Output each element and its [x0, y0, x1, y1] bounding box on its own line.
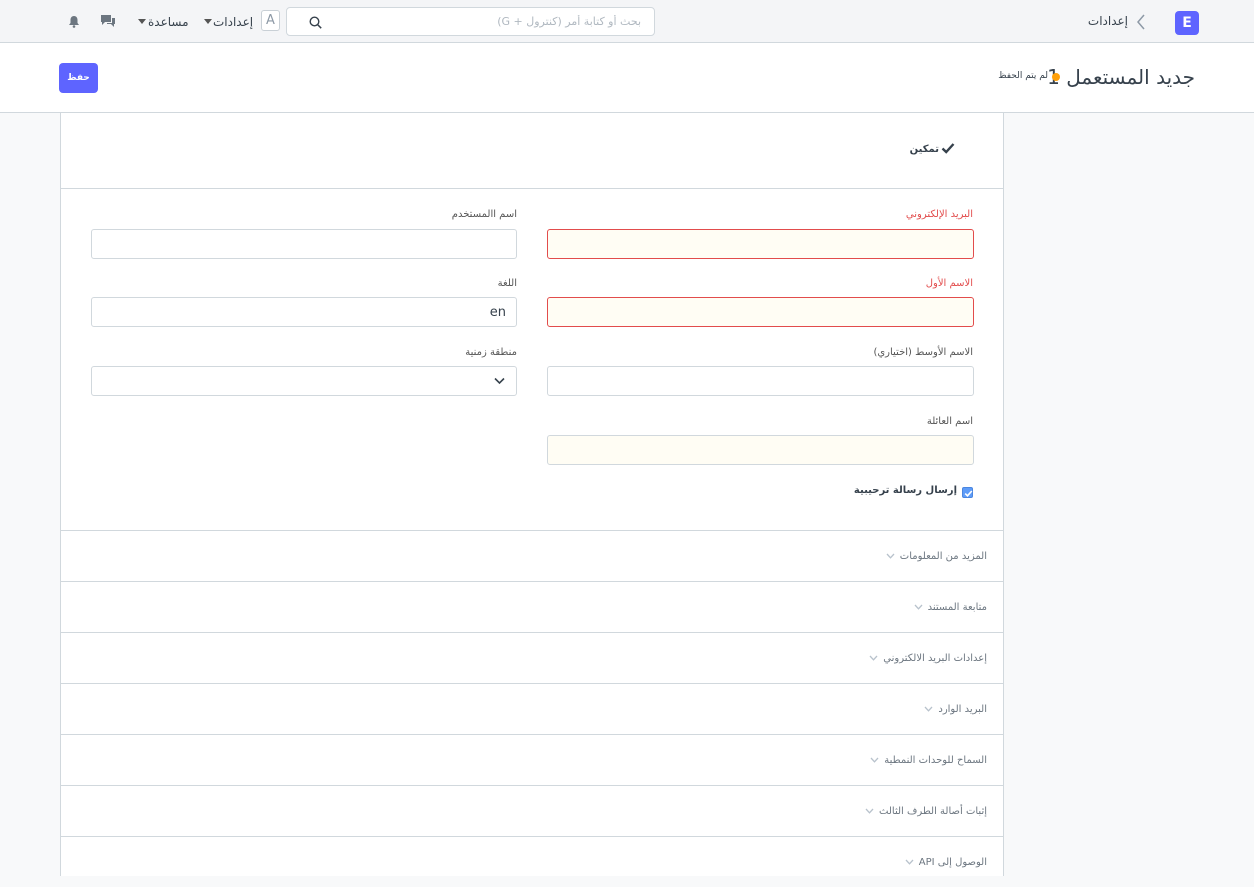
chevron-down-icon: [494, 377, 505, 385]
section-allow-modules[interactable]: السماح للوحدات النمطية: [61, 734, 1003, 785]
last-name-label: اسم العائلة: [926, 416, 973, 427]
email-field[interactable]: [547, 229, 974, 259]
enabled-section: تمكين: [61, 113, 1003, 189]
last-name-field[interactable]: [547, 435, 974, 465]
section-title: إثبات أصالة الطرف الثالث: [879, 806, 987, 817]
search-input[interactable]: [317, 8, 647, 35]
chat-icon[interactable]: [100, 14, 116, 28]
section-title: إعدادات البريد الالكتروني: [883, 653, 987, 664]
chevron-down-icon: [886, 553, 895, 559]
first-name-field[interactable]: [547, 297, 974, 327]
chevron-down-icon: [870, 757, 879, 763]
section-title: الوصول إلى API: [918, 857, 987, 868]
section-third-party-auth[interactable]: إثبات أصالة الطرف الثالث: [61, 785, 1003, 836]
section-api-access[interactable]: الوصول إلى API: [61, 836, 1003, 887]
help-menu[interactable]: مساعدة: [148, 15, 189, 29]
chevron-down-icon: [914, 604, 923, 610]
send-welcome-label[interactable]: إرسال رسالة ترحيبية: [841, 485, 957, 496]
unsaved-indicator-dot: [1052, 73, 1060, 81]
enabled-label: تمكين: [909, 144, 939, 155]
section-title: السماح للوحدات النمطية: [884, 755, 987, 766]
first-name-label: الاسم الأول: [925, 278, 973, 289]
page-title: جديد المستعمل 1: [1047, 65, 1195, 89]
navbar: E إعدادات A إعدادات مساعدة: [0, 0, 1254, 43]
chevron-down-icon: [869, 655, 878, 661]
section-title: متابعة المستند: [927, 602, 987, 613]
email-label: البريد الإلكتروني: [905, 209, 973, 220]
username-field[interactable]: [91, 229, 517, 259]
middle-name-field[interactable]: [547, 366, 974, 396]
settings-caret-icon: [204, 19, 212, 24]
section-document-follow[interactable]: متابعة المستند: [61, 581, 1003, 632]
section-more-info[interactable]: المزيد من المعلومات: [61, 530, 1003, 581]
help-caret-icon: [138, 19, 146, 24]
middle-name-label: الاسم الأوسط (اختياري): [873, 347, 973, 358]
unsaved-indicator: لم يتم الحفظ: [998, 71, 1048, 81]
language-label: اللغة: [497, 278, 517, 289]
timezone-label: منطقة زمنية: [465, 347, 517, 358]
language-field[interactable]: [91, 297, 517, 327]
section-title: المزيد من المعلومات: [899, 551, 987, 562]
search-box[interactable]: [286, 7, 655, 36]
search-icon: [309, 16, 322, 29]
section-inbox[interactable]: البريد الوارد: [61, 683, 1003, 734]
user-form: تمكين البريد الإلكتروني الاسم الأول الاس…: [60, 113, 1004, 876]
section-title: البريد الوارد: [938, 704, 987, 715]
page-header: جديد المستعمل 1 لم يتم الحفظ حفظ: [0, 43, 1254, 113]
app-logo[interactable]: E: [1175, 11, 1199, 35]
settings-menu[interactable]: إعدادات: [213, 15, 253, 29]
chevron-down-icon: [924, 706, 933, 712]
chevron-down-icon: [905, 859, 914, 865]
notification-bell-icon[interactable]: [68, 15, 80, 28]
checkbox-check-icon: [964, 490, 973, 497]
user-avatar[interactable]: A: [261, 10, 280, 31]
save-button[interactable]: حفظ: [59, 63, 98, 93]
send-welcome-checkbox[interactable]: [962, 487, 973, 498]
timezone-select[interactable]: [91, 366, 517, 396]
check-icon[interactable]: [941, 141, 955, 155]
chevron-left-icon: [1137, 14, 1145, 30]
breadcrumb-settings[interactable]: إعدادات: [1080, 14, 1128, 28]
username-label: اسم االمستخدم: [451, 209, 517, 220]
chevron-down-icon: [865, 808, 874, 814]
section-email-settings[interactable]: إعدادات البريد الالكتروني: [61, 632, 1003, 683]
